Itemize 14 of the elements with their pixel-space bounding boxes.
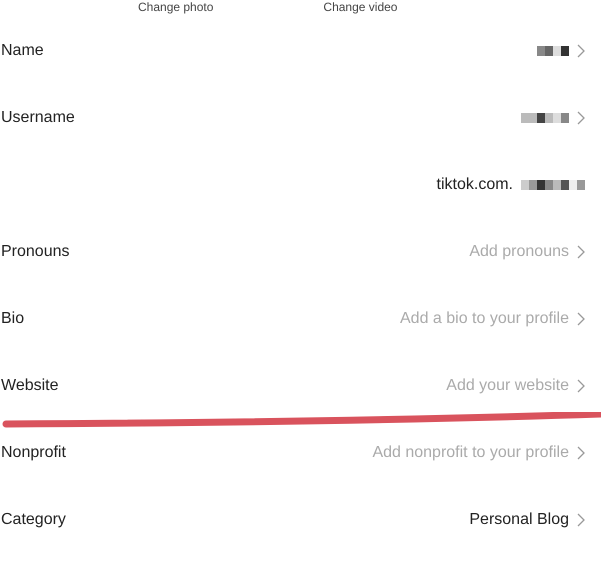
change-link[interactable]: Change photo <box>138 0 214 14</box>
field-label: Pronouns <box>0 242 70 260</box>
field-value[interactable]: Personal Blog <box>469 510 569 528</box>
field-label: Bio <box>0 310 24 328</box>
field-label: Nonprofit <box>0 444 66 462</box>
field-label: Category <box>0 510 66 528</box>
profile-link[interactable]: tiktok.com. <box>436 176 513 194</box>
field-label: Website <box>0 376 59 394</box>
redacted-value <box>521 112 569 122</box>
field-label: Name <box>0 42 44 60</box>
change-link[interactable]: Change video <box>323 0 398 14</box>
redacted-value <box>521 180 585 190</box>
field-label: Username <box>0 108 75 126</box>
redacted-value <box>537 46 569 56</box>
